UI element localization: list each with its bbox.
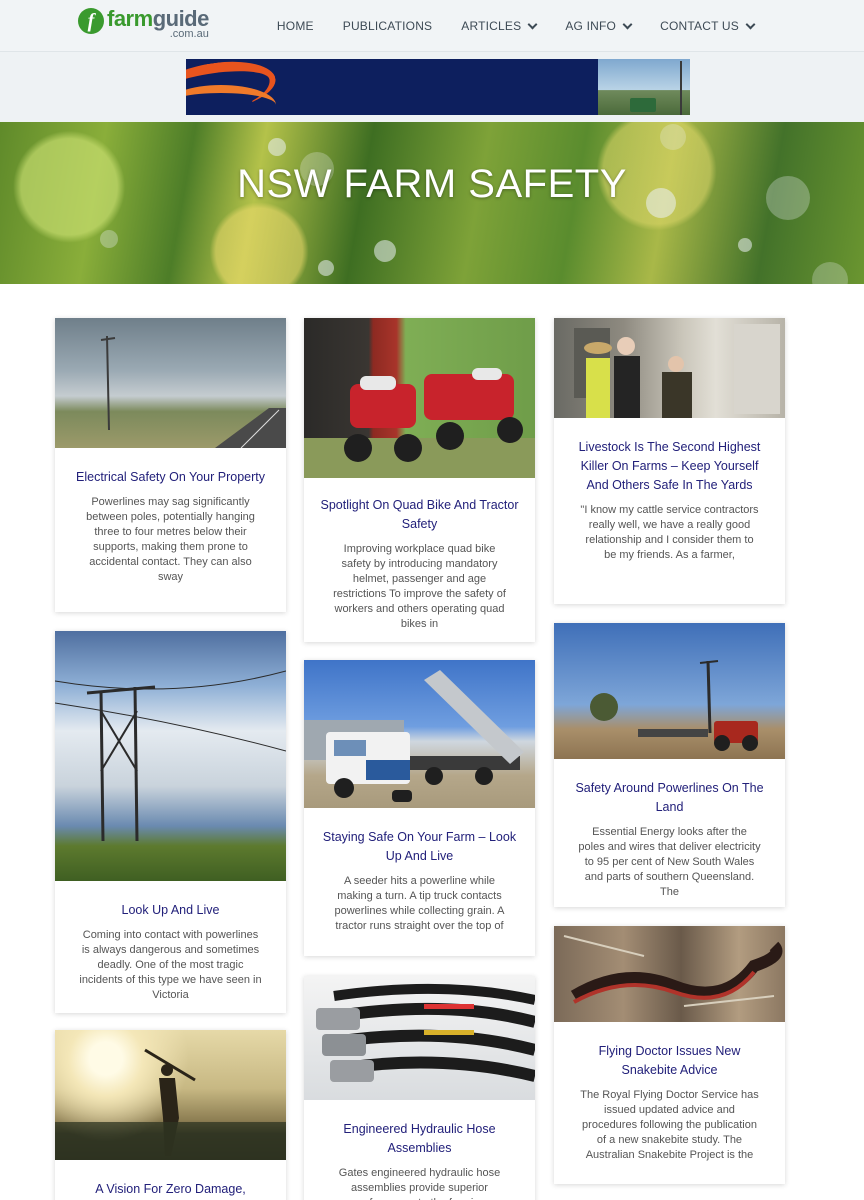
article-card[interactable]: Flying Doctor Issues New Snakebite Advic… [554,926,785,1184]
article-photo-graphic [563,935,783,1007]
bokeh-dot [738,238,752,252]
article-excerpt: Essential Energy looks after the poles a… [578,826,761,898]
article-photo-graphic [304,670,524,802]
site-header: f farmguide .com.au HOME PUBLICATIONS AR… [0,0,864,52]
article-title[interactable]: Livestock Is The Second Highest Killer O… [554,438,785,495]
bokeh-dot [660,124,686,150]
article-photo-graphic [100,335,286,448]
article-card[interactable]: Look Up And Live Coming into contact wit… [55,631,286,1013]
main-nav: HOME PUBLICATIONS ARTICLES AG INFO CONTA… [248,0,756,52]
article-image [55,631,286,881]
article-excerpt: "I know my cattle service contractors re… [580,504,759,561]
article-image [304,976,535,1100]
article-image [55,318,286,448]
article-image [554,623,785,759]
bokeh-dot [268,138,286,156]
ad-machine-graphic [630,98,656,112]
article-card[interactable]: Electrical Safety On Your Property Power… [55,318,286,612]
article-photo-graphic [590,660,758,751]
article-title[interactable]: Safety Around Powerlines On The Land [554,779,785,817]
article-excerpt: The Royal Flying Doctor Service has issu… [580,1089,759,1161]
article-image [304,660,535,808]
chevron-down-icon [622,19,633,29]
nav-articles[interactable]: ARTICLES [461,19,538,33]
bokeh-dot [100,230,118,248]
article-photo-graphic [55,1048,286,1160]
article-card[interactable]: A Vision For Zero Damage, [55,1030,286,1200]
article-image [304,318,535,478]
logo-name-farm: farm [107,6,153,31]
article-photo-graphic [304,368,535,478]
article-card[interactable]: Safety Around Powerlines On The Land Ess… [554,623,785,907]
ad-pole-graphic [680,61,682,115]
ad-photo [598,59,690,115]
nav-contact-us[interactable]: CONTACT US [660,19,756,33]
page-title: NSW FARM SAFETY [237,162,627,206]
ad-strip [0,52,864,122]
bokeh-dot [374,240,396,262]
chevron-down-icon [527,19,538,29]
advertisement-banner[interactable] [186,59,690,115]
site-logo[interactable]: f farmguide .com.au [78,8,209,40]
nav-publications[interactable]: PUBLICATIONS [343,19,433,33]
article-excerpt: Improving workplace quad bike safety by … [333,543,506,630]
article-title[interactable]: Staying Safe On Your Farm – Look Up And … [304,828,535,866]
article-photo-graphic [574,324,780,418]
article-title[interactable]: Spotlight On Quad Bike And Tractor Safet… [304,496,535,534]
article-card[interactable]: Spotlight On Quad Bike And Tractor Safet… [304,318,535,642]
article-photo-graphic [55,670,286,842]
article-title[interactable]: Electrical Safety On Your Property [55,468,286,487]
article-card[interactable]: Livestock Is The Second Highest Killer O… [554,318,785,604]
article-image [554,318,785,418]
nav-home[interactable]: HOME [277,19,314,33]
article-image [554,926,785,1022]
chevron-down-icon [745,19,756,29]
article-title[interactable]: A Vision For Zero Damage, [55,1180,286,1199]
article-title[interactable]: Engineered Hydraulic Hose Assemblies [304,1120,535,1158]
article-photo-graphic [316,983,535,1082]
article-excerpt: Gates engineered hydraulic hose assembli… [338,1167,501,1200]
bokeh-dot [812,262,848,284]
article-card[interactable]: Engineered Hydraulic Hose Assemblies Gat… [304,976,535,1200]
article-title[interactable]: Flying Doctor Issues New Snakebite Advic… [554,1042,785,1080]
hero-banner: NSW FARM SAFETY [0,122,864,284]
nav-ag-info[interactable]: AG INFO [565,19,633,33]
bokeh-dot [318,260,334,276]
article-excerpt: Powerlines may sag significantly between… [86,496,255,583]
article-card[interactable]: Staying Safe On Your Farm – Look Up And … [304,660,535,956]
article-image [55,1030,286,1160]
logo-mark-icon: f [78,8,104,34]
article-excerpt: A seeder hits a powerline while making a… [334,875,505,932]
article-excerpt: Coming into contact with powerlines is a… [79,929,262,1001]
article-title[interactable]: Look Up And Live [55,901,286,920]
